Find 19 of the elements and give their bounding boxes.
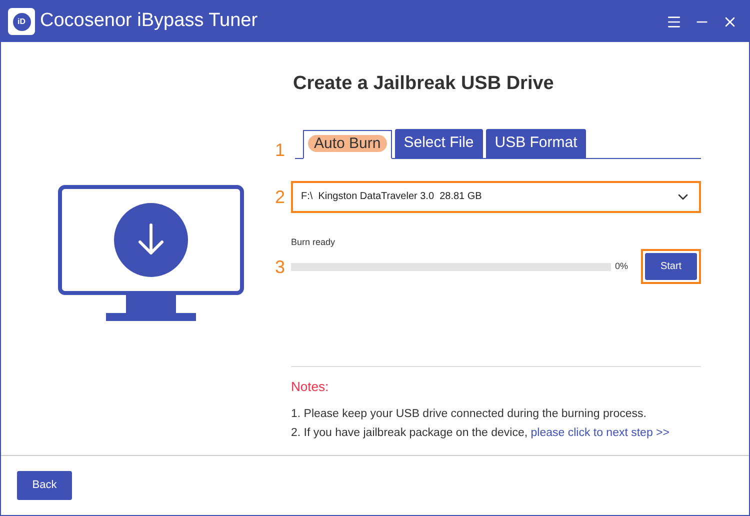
tab[interactable]: USB Format: [486, 128, 586, 158]
app-logo: iD: [8, 8, 35, 35]
note-text: 1. Please keep your USB drive connected during the burning process.: [291, 406, 648, 422]
drive-select[interactable]: F:\ Kingston DataTraveler 3.0 28.81 GB: [291, 180, 701, 212]
tab[interactable]: Auto Burn: [303, 130, 392, 158]
menu-icon[interactable]: [666, 14, 682, 30]
window-title: Cocosenor iBypass Tuner: [40, 9, 258, 34]
step-number: 2: [275, 188, 286, 206]
progress-reading: 0%: [615, 260, 628, 273]
tab[interactable]: Select File: [394, 128, 483, 158]
progress-label: Burn ready: [291, 236, 336, 249]
step-number: 1: [275, 140, 286, 158]
page-heading: Create a Jailbreak USB Drive: [293, 72, 555, 96]
next-step-link[interactable]: please click to next step >>: [530, 426, 670, 439]
notes-title: Notes:: [291, 378, 330, 396]
step-number: 3: [275, 258, 286, 276]
note-text: 2. If you have jailbreak package on the device, please click to next step >>: [291, 426, 670, 441]
start-button[interactable]: Start: [645, 253, 697, 280]
back-button[interactable]: Back: [17, 471, 72, 500]
